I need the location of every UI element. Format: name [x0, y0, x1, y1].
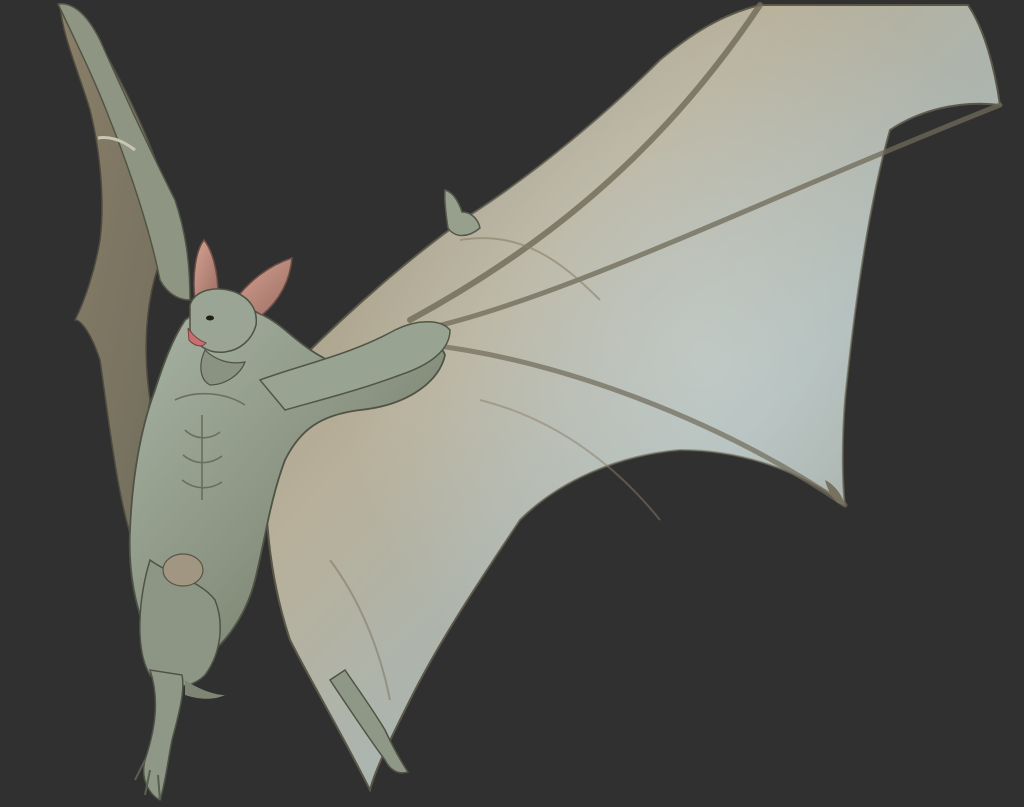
- bat-creature-render: [56, 2, 1003, 802]
- render-viewport: [0, 0, 1024, 807]
